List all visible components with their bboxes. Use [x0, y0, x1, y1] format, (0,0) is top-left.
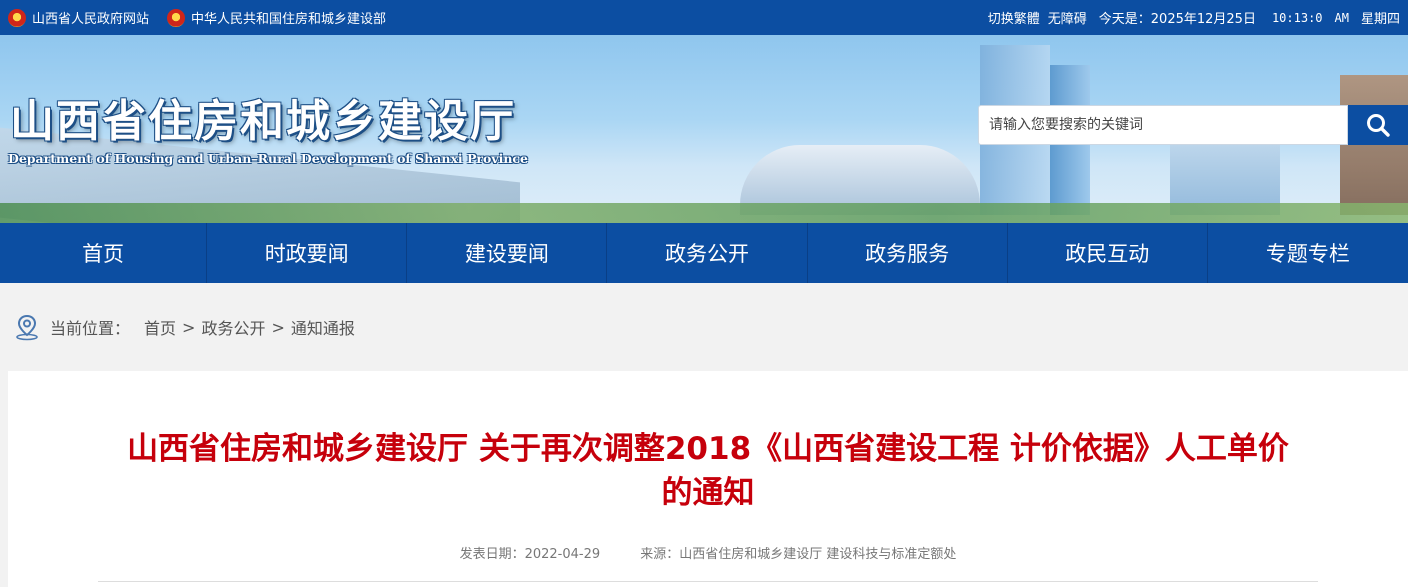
- nav-item-interaction[interactable]: 政民互动: [1008, 223, 1208, 283]
- publish-date-label: 发表日期：: [459, 547, 525, 562]
- banner-decor-trees: [0, 203, 1408, 223]
- breadcrumb-notices[interactable]: 通知通报: [291, 315, 355, 339]
- search-icon: [1367, 114, 1390, 137]
- location-icon: [16, 314, 38, 341]
- source-value: 山西省住房和城乡建设厅 建设科技与标准定额处: [679, 547, 957, 562]
- breadcrumb-gov-affairs[interactable]: 政务公开: [201, 315, 265, 339]
- main-nav: 首页 时政要闻 建设要闻 政务公开 政务服务 政民互动 专题专栏: [0, 223, 1408, 283]
- divider: [98, 581, 1318, 582]
- search-button[interactable]: [1348, 105, 1408, 145]
- clock-time: 10:13:0: [1271, 10, 1323, 25]
- breadcrumb: 当前位置： 首页 > 政务公开 > 通知通报: [0, 283, 1408, 371]
- banner-decor-tower: [1340, 75, 1408, 215]
- breadcrumb-separator: >: [182, 317, 196, 337]
- weekday-label: 星期四: [1360, 12, 1400, 27]
- search-box: [978, 105, 1408, 145]
- nav-item-news[interactable]: 时政要闻: [207, 223, 408, 283]
- breadcrumb-separator: >: [271, 317, 285, 337]
- nav-item-gov-affairs[interactable]: 政务公开: [607, 223, 808, 283]
- article-source: 来源：山西省住房和城乡建设厅 建设科技与标准定额处: [640, 547, 956, 562]
- link-mohurd-label: 中华人民共和国住房和城乡建设部: [191, 12, 387, 27]
- search-input[interactable]: [978, 105, 1348, 145]
- source-label: 来源：: [640, 547, 680, 562]
- publish-date-value: 2022-04-29: [524, 547, 601, 562]
- article-meta: 发表日期：2022-04-29 来源：山西省住房和城乡建设厅 建设科技与标准定额…: [8, 543, 1408, 562]
- nav-item-topics[interactable]: 专题专栏: [1208, 223, 1408, 283]
- link-mohurd[interactable]: 中华人民共和国住房和城乡建设部: [167, 8, 386, 27]
- site-subtitle: Department of Housing and Urban–Rural De…: [8, 151, 528, 166]
- publish-date: 发表日期：2022-04-29: [460, 547, 601, 562]
- nav-item-construction-news[interactable]: 建设要闻: [407, 223, 608, 283]
- link-shanxi-gov-label: 山西省人民政府网站: [32, 12, 150, 27]
- nav-item-gov-services[interactable]: 政务服务: [808, 223, 1008, 283]
- today-label: 今天是：2025年12月25日: [1098, 12, 1256, 27]
- emblem-icon: [8, 8, 26, 27]
- switch-traditional-link[interactable]: 切换繁體: [988, 8, 1040, 27]
- breadcrumb-home[interactable]: 首页: [144, 315, 176, 339]
- breadcrumb-label: 当前位置：: [50, 319, 131, 338]
- accessibility-link[interactable]: 无障碍: [1048, 8, 1087, 27]
- site-banner: 山西省住房和城乡建设厅 Department of Housing and Ur…: [0, 35, 1408, 223]
- article-panel: 山西省住房和城乡建设厅 关于再次调整2018《山西省建设工程 计价依据》人工单价…: [8, 371, 1408, 587]
- emblem-icon: [167, 8, 186, 27]
- top-bar: 山西省人民政府网站 中华人民共和国住房和城乡建设部 切换繁體 无障碍 今天是：2…: [0, 0, 1408, 35]
- article-title: 山西省住房和城乡建设厅 关于再次调整2018《山西省建设工程 计价依据》人工单价…: [127, 431, 1289, 511]
- link-shanxi-gov[interactable]: 山西省人民政府网站: [8, 8, 149, 27]
- nav-item-home[interactable]: 首页: [0, 223, 208, 283]
- clock-ampm: AM: [1334, 10, 1349, 25]
- site-title[interactable]: 山西省住房和城乡建设厅: [10, 85, 516, 149]
